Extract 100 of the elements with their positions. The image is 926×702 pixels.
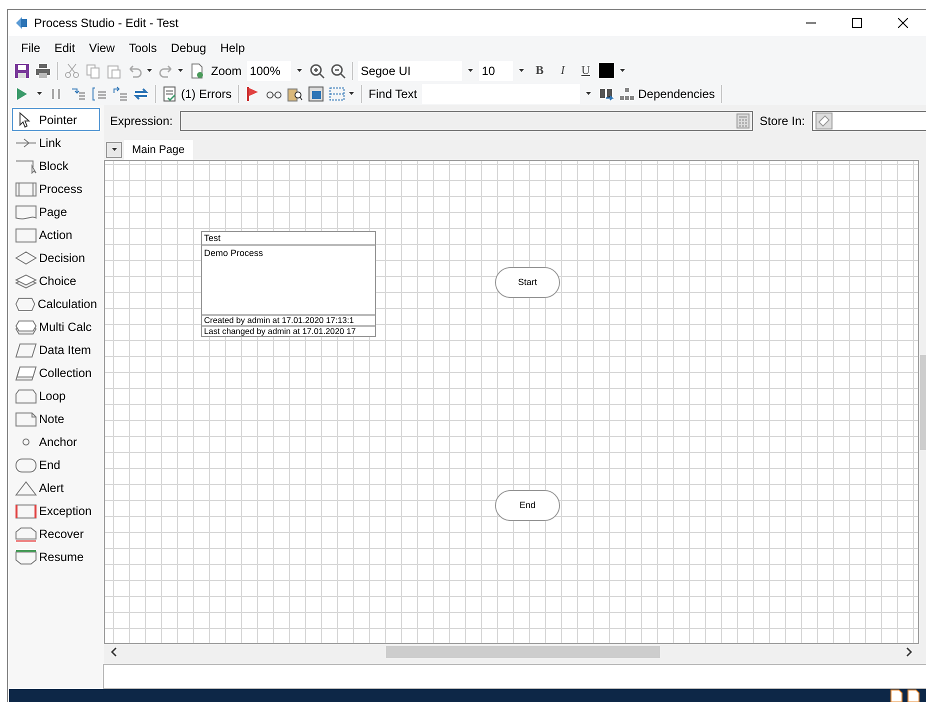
start-node: Start <box>495 266 560 298</box>
scrollbar-thumb[interactable] <box>920 354 926 450</box>
page-tab[interactable]: Main Page <box>124 140 193 160</box>
palette-item[interactable]: Multi Calc <box>12 315 100 338</box>
step-out-button[interactable] <box>111 84 129 104</box>
scissors-icon <box>64 62 80 78</box>
recover-icon <box>15 526 37 542</box>
scrollbar-thumb[interactable] <box>386 646 660 658</box>
step-out-icon <box>112 86 128 102</box>
maximize-icon <box>852 18 862 28</box>
page-icon <box>15 204 37 220</box>
stacked-shape-icon <box>15 318 37 334</box>
palette-item[interactable]: Decision <box>12 246 100 269</box>
caret-icon <box>518 67 525 74</box>
expression-label: Expression: <box>109 114 174 128</box>
palette-item[interactable]: Resume <box>12 545 100 568</box>
step-icon <box>70 86 86 102</box>
palette-item[interactable]: Collection <box>12 361 100 384</box>
info-created: Created by admin at 17.01.2020 17:13:1 <box>202 314 375 325</box>
palette-item[interactable]: Data Item <box>12 338 100 361</box>
note-icon <box>15 410 37 426</box>
cycle-arrows-icon <box>133 86 149 102</box>
palette-item[interactable]: Alert <box>12 476 100 499</box>
copy-icon <box>85 62 101 78</box>
palette-item[interactable]: Process <box>12 177 100 200</box>
paste-icon <box>106 62 122 78</box>
document-search-icon <box>286 86 303 102</box>
caret-icon <box>146 67 153 74</box>
save-icon <box>14 62 30 78</box>
menu-item[interactable]: Help <box>213 38 252 56</box>
bold-button[interactable]: B <box>530 60 550 80</box>
info-title: Test <box>202 232 375 246</box>
italic-button[interactable]: I <box>552 60 573 80</box>
process-icon <box>15 180 37 196</box>
palette-item[interactable]: Recover <box>12 522 100 545</box>
action-icon <box>15 226 37 242</box>
store-in-field[interactable] <box>812 110 926 131</box>
dropdown-icon <box>110 146 118 154</box>
menu-item[interactable]: Tools <box>122 38 164 56</box>
caret-icon <box>296 67 303 74</box>
palette-item[interactable]: Note <box>12 407 100 430</box>
triangle-icon <box>15 480 37 496</box>
menu-item[interactable]: Debug <box>164 38 214 56</box>
palette-item[interactable]: Loop <box>12 384 100 407</box>
zoom-out-icon <box>330 62 346 78</box>
info-changed: Last changed by admin at 17.01.2020 17 <box>202 324 375 336</box>
find-label: Find Text <box>368 86 418 100</box>
window-title: Process Studio - Edit - Test <box>34 16 179 30</box>
palette-item[interactable]: Block <box>12 154 100 177</box>
window-button[interactable] <box>306 84 325 104</box>
caret-icon <box>36 90 43 97</box>
zoom-in-icon <box>308 62 325 78</box>
hexagon-icon <box>15 296 36 312</box>
font-color-swatch[interactable] <box>598 63 614 78</box>
font-dropdown[interactable]: Segoe UI <box>358 60 462 80</box>
store-in-label: Store In: <box>758 114 806 128</box>
menu-item[interactable]: Edit <box>47 38 82 56</box>
expression-field[interactable] <box>180 110 753 131</box>
end-node: End <box>495 490 560 521</box>
eraser-icon <box>815 112 833 130</box>
zoom-label: Zoom <box>210 64 243 78</box>
menu-item[interactable]: File <box>14 38 48 56</box>
block-icon <box>15 158 37 174</box>
undo-icon <box>127 62 143 78</box>
decision-icon <box>15 250 37 266</box>
stacked-parallelogram-icon <box>15 364 37 380</box>
calculator-icon <box>736 112 750 129</box>
page-refresh-icon <box>189 62 205 78</box>
selection-icon <box>328 86 345 102</box>
caret-icon <box>466 67 474 74</box>
palette-item[interactable]: Link <box>12 131 100 154</box>
palette-item[interactable]: Exception <box>12 499 100 522</box>
info-description: Demo Process <box>203 246 264 260</box>
zoom-dropdown[interactable]: 100% <box>246 60 291 80</box>
choice-icon <box>15 272 37 288</box>
exception-icon <box>15 502 37 518</box>
dependencies-icon <box>619 86 636 102</box>
page-menu-button[interactable] <box>106 142 122 158</box>
loop-icon <box>15 388 37 404</box>
parallelogram-icon <box>15 342 37 358</box>
caret-icon <box>618 67 626 74</box>
menu-item[interactable]: View <box>82 38 122 56</box>
chevron-right-icon <box>905 647 913 658</box>
rounded-shape-icon <box>15 456 37 472</box>
print-icon <box>35 62 51 78</box>
palette-item[interactable]: Page <box>12 200 100 223</box>
palette-item[interactable]: Calculation <box>12 292 100 315</box>
dependencies-button[interactable]: Dependencies <box>618 84 716 104</box>
palette-item[interactable]: Pointer <box>12 108 100 131</box>
underline-button[interactable]: U <box>576 60 596 80</box>
resume-icon <box>15 548 37 564</box>
font-size-dropdown[interactable]: 10 <box>478 60 513 80</box>
palette-item[interactable]: End <box>12 453 100 476</box>
palette-item[interactable]: Action <box>12 223 100 246</box>
window-icon <box>308 86 324 102</box>
redo-icon <box>158 62 174 78</box>
palette-item[interactable]: Anchor <box>12 430 100 453</box>
errors-button[interactable]: (1) Errors <box>161 84 233 104</box>
palette-item[interactable]: Choice <box>12 269 100 292</box>
checklist-icon <box>162 86 178 102</box>
